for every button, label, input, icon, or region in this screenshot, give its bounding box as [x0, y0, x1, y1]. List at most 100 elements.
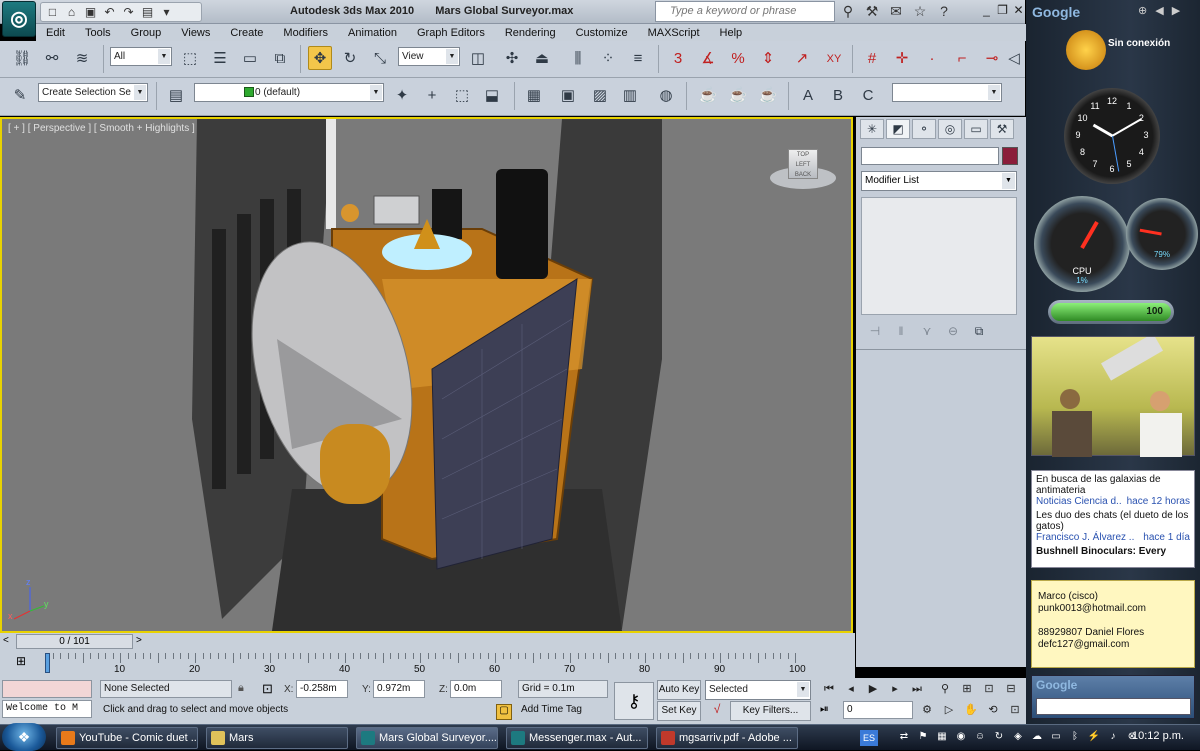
selection-filter-dropdown[interactable]: All	[110, 47, 172, 66]
render-production-icon[interactable]: ☕	[696, 84, 720, 108]
x-coord-field[interactable]: -0.258m	[296, 680, 348, 698]
communication-center-icon[interactable]: ✉	[886, 2, 906, 20]
zoom-extents-icon[interactable]: ⊡	[980, 681, 998, 698]
tray-power-icon[interactable]: ⚡	[1086, 728, 1102, 746]
modifier-stack[interactable]	[861, 197, 1017, 315]
go-to-start-icon[interactable]: ⏮	[820, 681, 838, 698]
start-button[interactable]: ❖	[2, 723, 46, 751]
select-and-rotate-icon[interactable]: ↻	[338, 47, 362, 71]
teapot-b-icon[interactable]: B	[826, 84, 850, 108]
viewcube-back[interactable]: BACK	[789, 170, 817, 180]
menu-customize[interactable]: Customize	[566, 27, 638, 39]
sidebar-add-icon[interactable]: ⊕	[1138, 4, 1147, 17]
modify-tab-icon[interactable]: ◩	[886, 119, 910, 139]
clock-gadget[interactable]: 121234567891011	[1064, 88, 1160, 184]
tray-volume-icon[interactable]: ♪	[1105, 728, 1121, 746]
frame-ruler[interactable]: 10 20 30 40 50 60 70 80 90 100	[45, 653, 815, 675]
google-search-input[interactable]	[1036, 698, 1191, 715]
tray-network-icon[interactable]: ⇄	[896, 728, 912, 746]
zoom-all-icon[interactable]: ⊞	[958, 681, 976, 698]
menu-help[interactable]: Help	[710, 27, 753, 39]
layer-dropdown[interactable]: 0 (default)	[194, 83, 384, 102]
layer-manager-icon[interactable]: ≡	[626, 47, 650, 71]
perspective-viewport[interactable]: [ + ] [ Perspective ] [ Smooth + Highlig…	[0, 117, 853, 633]
menu-create[interactable]: Create	[220, 27, 273, 39]
tray-cloud-icon[interactable]: ☁	[1029, 728, 1045, 746]
taskbar-item-messenger[interactable]: Messenger.max - Aut...	[506, 727, 648, 749]
motion-tab-icon[interactable]: ◎	[938, 119, 962, 139]
unlink-selection-icon[interactable]: ⚯	[40, 47, 64, 71]
tray-antivirus-icon[interactable]: ◉	[953, 728, 969, 746]
help-icon[interactable]: ?	[934, 2, 954, 20]
previous-frame-icon[interactable]: ◂	[842, 681, 860, 698]
lock-selection-icon[interactable]: 🔒︎	[238, 682, 244, 695]
edit-named-selection-icon[interactable]: ✎	[8, 84, 32, 108]
select-by-name-icon[interactable]: ☰	[208, 47, 232, 71]
layers-icon[interactable]: ▤	[164, 84, 188, 108]
key-mode-toggle-icon[interactable]: ⏯	[820, 703, 829, 716]
menu-tools[interactable]: Tools	[75, 27, 121, 39]
angle-snap-icon[interactable]: ∡	[696, 47, 720, 71]
slideshow-photo[interactable]	[1031, 333, 1195, 457]
select-and-manipulate-icon[interactable]: ✣	[500, 47, 524, 71]
project-folder-icon[interactable]: ▤	[140, 5, 155, 19]
sidebar-forward-icon[interactable]: ▶	[1172, 4, 1180, 17]
display-tab-icon[interactable]: ▭	[964, 119, 988, 139]
taskbar-item-3dsmax[interactable]: Mars Global Surveyor....	[356, 727, 498, 749]
maxscript-listener-top[interactable]	[2, 680, 92, 698]
sidebar-back-icon[interactable]: ◀	[1155, 4, 1163, 17]
teapot-c-icon[interactable]: C	[856, 84, 880, 108]
menu-views[interactable]: Views	[171, 27, 220, 39]
cpu-meter-gauge[interactable]: CPU 1%	[1034, 196, 1130, 292]
remove-modifier-icon[interactable]: ⊖	[943, 322, 963, 340]
viewcube-left[interactable]: LEFT	[789, 160, 817, 170]
field-of-view-icon[interactable]: ▷	[940, 702, 958, 719]
minimize-icon[interactable]: _	[980, 2, 993, 18]
add-time-tag[interactable]: Add Time Tag	[518, 702, 608, 720]
undo-icon[interactable]: ↶	[102, 5, 117, 19]
menu-modifiers[interactable]: Modifiers	[273, 27, 338, 39]
select-and-scale-icon[interactable]: ⤡	[368, 47, 392, 71]
activeshade-icon[interactable]: ☕	[756, 84, 780, 108]
render-setup-icon[interactable]: ▥	[618, 84, 642, 108]
memory-meter-gauge[interactable]: 79%	[1126, 198, 1198, 270]
window-crossing-icon[interactable]: ⧉	[268, 47, 292, 71]
binoculars-icon[interactable]: ⚲	[838, 2, 858, 20]
z-coord-field[interactable]: 0.0m	[450, 680, 502, 698]
infocenter-search-input[interactable]: Type a keyword or phrase	[655, 1, 835, 22]
time-slider-next-icon[interactable]: >	[136, 635, 142, 646]
show-end-result-icon[interactable]: ‖	[891, 322, 911, 340]
mirror-icon[interactable]: ⫼	[566, 47, 590, 71]
y-coord-field[interactable]: 0.972m	[373, 680, 425, 698]
pivot-snap-icon[interactable]: ✛	[890, 47, 914, 71]
favorites-icon[interactable]: ☆	[910, 2, 930, 20]
maximize-viewport-icon[interactable]: ⊡	[1006, 702, 1024, 719]
tray-security-icon[interactable]: ◈	[1010, 728, 1026, 746]
align-icon[interactable]: ⁘	[596, 47, 620, 71]
rendered-frame-icon[interactable]: ◍	[654, 84, 678, 108]
utilities-tab-icon[interactable]: ⚒	[990, 119, 1014, 139]
time-tag-icon[interactable]: ▢	[496, 704, 512, 720]
current-frame-field[interactable]: 0	[843, 701, 913, 719]
toolbar-scroll-icon[interactable]: ◁	[1006, 47, 1022, 71]
teapot-a-icon[interactable]: A	[796, 84, 820, 108]
xy-plane-icon[interactable]: XY	[822, 47, 846, 71]
tools-icon[interactable]: ⚒	[862, 2, 882, 20]
news-source[interactable]: Noticias Ciencia d..	[1036, 496, 1122, 507]
zoom-icon[interactable]: ⚲	[936, 681, 954, 698]
news-item-title[interactable]: En busca de las galaxias de antimateria	[1036, 474, 1190, 496]
viewcube-box[interactable]: TOP LEFT BACK	[788, 149, 818, 179]
viewcube[interactable]: TOP LEFT BACK	[770, 149, 836, 189]
time-slider-prev-icon[interactable]: <	[3, 635, 9, 646]
time-config-icon[interactable]: ⚙	[918, 702, 936, 719]
menu-graph-editors[interactable]: Graph Editors	[407, 27, 495, 39]
make-unique-icon[interactable]: ⋎	[917, 322, 937, 340]
endpoint-snap-icon[interactable]: ⌐	[950, 47, 974, 71]
go-to-end-icon[interactable]: ⏭	[908, 681, 926, 698]
language-indicator[interactable]: ES	[860, 730, 878, 746]
spinner-snap-icon[interactable]: ⇕	[756, 47, 780, 71]
orbit-icon[interactable]: ⟲	[984, 702, 1002, 719]
track-bar[interactable]: ⊞ 10 20 30 40 50 60 70 80 90 100	[0, 650, 855, 678]
open-file-icon[interactable]: ⌂	[64, 5, 79, 19]
create-tab-icon[interactable]: ✳	[860, 119, 884, 139]
